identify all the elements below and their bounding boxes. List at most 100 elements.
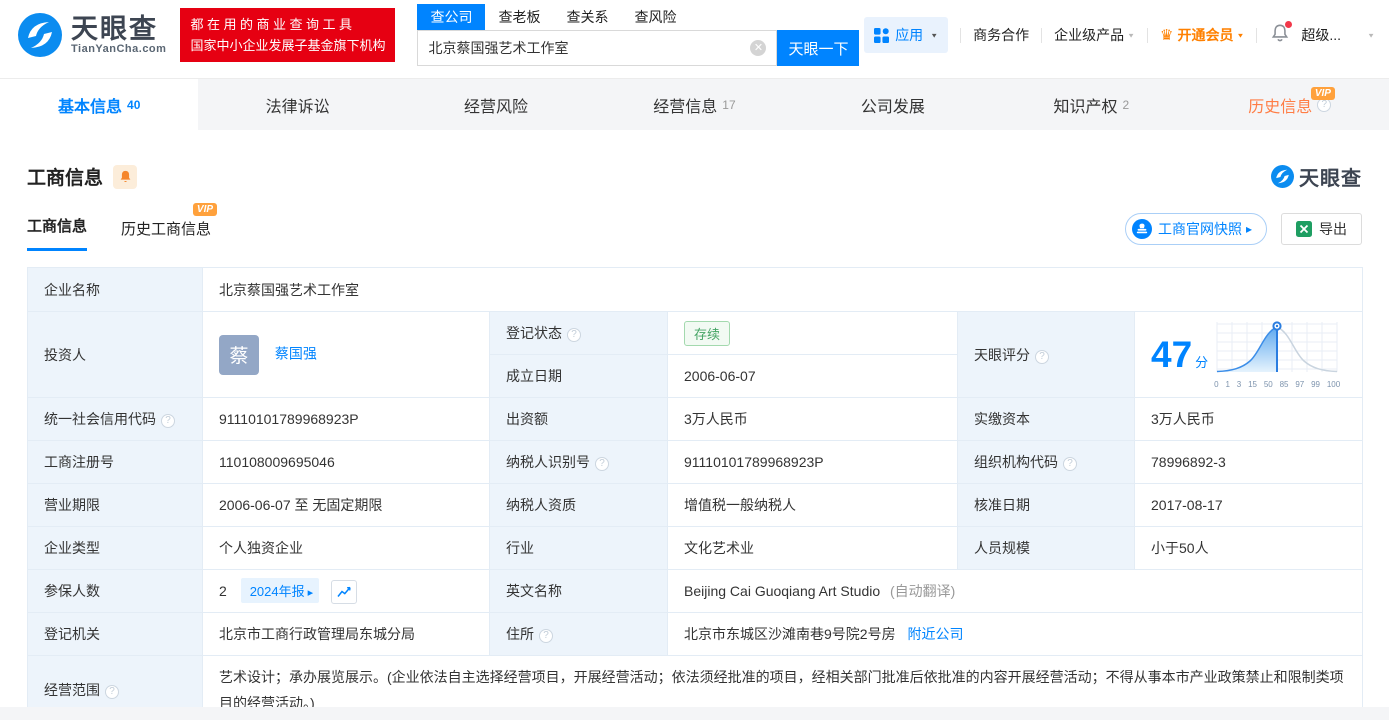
field-label-taxpayer-id: 纳税人识别号 [489,440,668,484]
tab-history-info[interactable]: VIP 历史信息 [1191,79,1389,130]
apps-menu-button[interactable]: 应用 [864,17,949,53]
search-button[interactable]: 天眼一下 [777,30,860,66]
field-value-score: 47 分 0 1 3 15 50 85 97 99 100 [1133,311,1364,398]
help-icon[interactable] [161,414,175,428]
tab-count: 17 [722,97,736,112]
crown-icon: ♛ [1160,27,1174,44]
help-icon[interactable] [567,328,581,342]
notification-dot [1285,21,1293,28]
field-label-approval-date: 核准日期 [957,483,1135,527]
tab-legal-proceedings[interactable]: 法律诉讼 [198,79,396,130]
menu-divider [1147,27,1149,43]
english-name: Beijing Cai Guoqiang Art Studio [684,583,881,599]
watermark-brand-name: 天眼查 [1299,168,1362,190]
tab-label: 公司发展 [860,98,925,116]
top-header: 天眼查 TianYanCha.com 都在用的商业查询工具 国家中小企业发展子基… [0,0,1389,70]
menu-item-enterprise[interactable]: 企业级产品 [1054,25,1124,45]
open-vip-button[interactable]: ♛ 开通会员 [1160,25,1244,45]
table-row: 营业期限 2006-06-07 至 无固定期限 纳税人资质 增值税一般纳税人 核… [27,483,1364,527]
tab-intellectual-property[interactable]: 知识产权 2 [992,79,1190,130]
tab-operation-risk[interactable]: 经营风险 [397,79,595,130]
help-icon[interactable] [105,685,119,699]
tab-label: 法律诉讼 [265,98,330,116]
field-label-address: 住所 [489,612,668,656]
tab-basic-info[interactable]: 基本信息 40 [0,79,199,130]
stamp-icon [1131,219,1152,239]
top-menu: 应用 商务合作 企业级产品 ♛ 开通会员 超级... [864,17,1389,53]
subtab-history-biz-info[interactable]: VIP 历史工商信息 [121,203,218,251]
field-label-paid-capital: 实缴资本 [957,397,1135,441]
field-label-staff-size: 人员规模 [957,526,1135,570]
help-icon[interactable] [539,629,553,643]
search-tab-boss[interactable]: 查老板 [485,4,553,30]
field-value-insured: 2 2024年报 [202,569,490,613]
official-snapshot-button[interactable]: 工商官网快照 [1124,213,1267,245]
investor-avatar[interactable]: 蔡 [219,334,259,375]
account-menu[interactable]: 超级... [1301,25,1341,45]
insured-count: 2 [219,582,227,599]
field-value-company-type: 个人独资企业 [202,526,490,570]
table-row: 企业名称 北京蔡国强艺术工作室 [27,267,1364,312]
search-tabs: 查公司 查老板 查关系 查风险 [417,4,859,30]
table-row: 参保人数 2 2024年报 英文名称 Beijing Cai Guoqiang … [27,569,1364,613]
field-label-capital: 出资额 [489,397,668,441]
logo-title: 天眼查 [71,14,158,44]
annual-report-badge[interactable]: 2024年报 [240,577,320,603]
tab-company-development[interactable]: 公司发展 [794,79,992,130]
field-label-text: 登记状态 [506,325,562,341]
promo-banner: 都在用的商业查询工具 国家中小企业发展子基金旗下机构 [180,8,396,62]
search-input[interactable] [418,40,751,56]
notification-bell-icon[interactable] [1271,21,1293,46]
subtab-label: 历史工商信息 [121,221,212,238]
menu-item-cooperation[interactable]: 商务合作 [973,25,1029,45]
search-tab-relation[interactable]: 查关系 [553,4,621,30]
field-label-registry: 登记机关 [27,612,203,656]
field-label-insured: 参保人数 [27,569,203,613]
apps-menu-label: 应用 [895,27,924,43]
field-value-establish-date: 2006-06-07 [667,354,958,398]
field-value-reg-status: 存续 [667,311,958,355]
help-icon[interactable] [1063,457,1077,471]
field-label-text: 组织机构代码 [974,454,1058,470]
field-value-credit-code: 91110101789968923P [202,397,490,441]
investor-name-link[interactable]: 蔡国强 [275,345,317,361]
address-text: 北京市东城区沙滩南巷9号院2号房 [684,626,896,642]
score-unit: 分 [1195,355,1209,370]
field-value-english-name: Beijing Cai Guoqiang Art Studio (自动翻译) [666,569,1364,613]
search-tab-company[interactable]: 查公司 [417,4,486,30]
help-icon[interactable] [1035,349,1049,364]
table-row: 登记机关 北京市工商行政管理局东城分局 住所 北京市东城区沙滩南巷9号院2号房 … [27,612,1364,656]
field-value-approval-date: 2017-08-17 [1133,483,1364,527]
tab-operation-info[interactable]: 经营信息 17 [595,79,793,130]
chevron-down-icon [1127,31,1135,38]
field-label-org-code: 组织机构代码 [957,440,1135,484]
tianyancha-logo[interactable]: 天眼查 TianYanCha.com [18,13,166,57]
field-value-reg-number: 110108009695046 [202,440,490,484]
field-label-text: 统一社会信用代码 [44,411,156,427]
subtab-biz-info[interactable]: 工商信息 [27,215,88,251]
help-icon[interactable] [595,457,609,471]
chevron-down-icon [1367,31,1375,38]
clear-search-icon[interactable] [750,40,767,56]
page-bottom-strip [0,707,1389,720]
table-row: 企业类型 个人独资企业 行业 文化艺术业 人员规模 小于50人 [27,526,1364,570]
excel-icon [1296,221,1312,237]
monitor-bell-icon[interactable] [113,164,138,189]
field-label-text: 经营范围 [44,682,100,698]
search-tab-risk[interactable]: 查风险 [621,4,689,30]
trend-chart-icon[interactable] [331,580,358,605]
field-label-text: 纳税人识别号 [506,454,590,470]
field-label-establish-date: 成立日期 [489,354,668,398]
field-label-industry: 行业 [489,526,668,570]
company-nav-tabs: 基本信息 40 法律诉讼 经营风险 经营信息 17 公司发展 知识产权 2 VI… [0,78,1389,130]
field-label-score: 天眼评分 [957,311,1135,398]
export-button[interactable]: 导出 [1281,213,1362,245]
business-info-table: 企业名称 北京蔡国强艺术工作室 投资人 蔡 蔡国强 登记状态 存续 天眼评分 4… [27,267,1364,720]
field-value-capital: 3万人民币 [667,397,958,441]
section-title: 工商信息 [27,168,104,189]
tab-label: 知识产权 [1053,98,1118,116]
status-badge: 存续 [684,320,731,346]
field-label-english-name: 英文名称 [489,569,668,613]
nearby-companies-link[interactable]: 附近公司 [907,626,963,642]
official-snapshot-label: 工商官网快照 [1157,221,1242,237]
